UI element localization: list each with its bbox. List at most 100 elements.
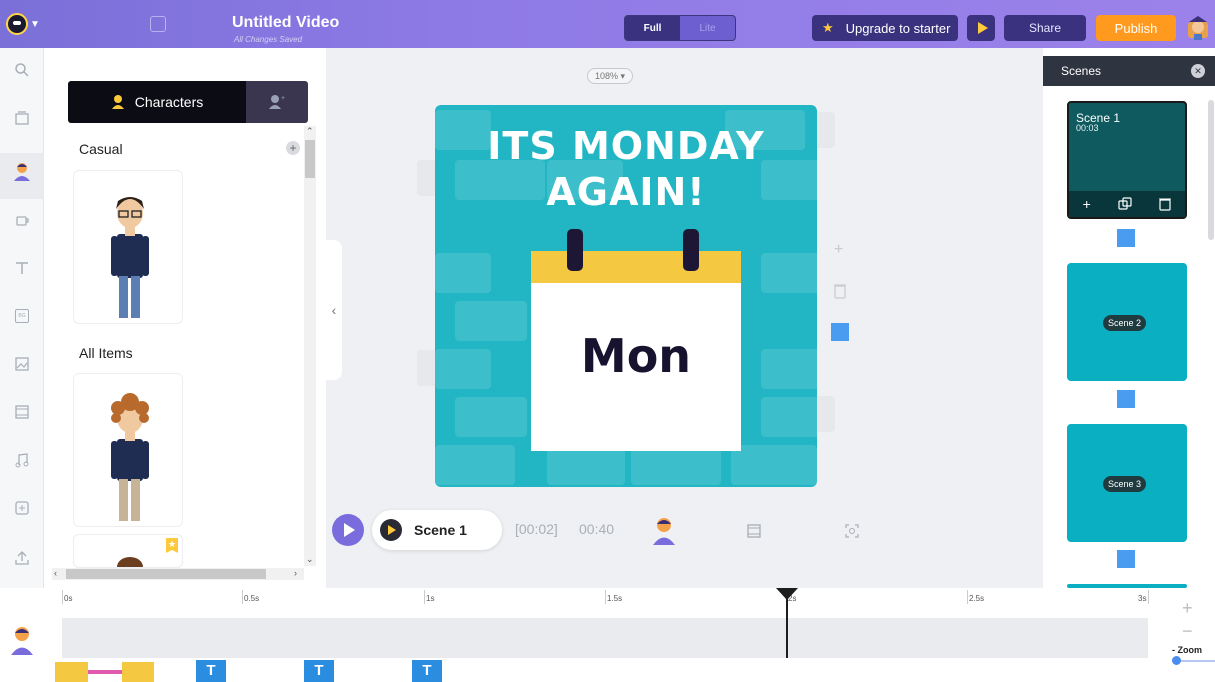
- brick: [761, 349, 817, 389]
- scenes-scrollbar[interactable]: [1208, 100, 1214, 240]
- collapse-panel-button[interactable]: ‹: [326, 240, 342, 380]
- total-duration: 00:40: [579, 521, 615, 537]
- add-layer-button[interactable]: [831, 323, 849, 341]
- character-icon: [111, 95, 124, 109]
- character-card[interactable]: ★: [73, 534, 183, 568]
- close-icon[interactable]: ✕: [1191, 64, 1205, 78]
- zoom-out-icon[interactable]: −: [1182, 621, 1193, 642]
- effects-icon[interactable]: [12, 498, 32, 518]
- chevron-down-icon: ▼: [30, 18, 40, 30]
- delete-icon[interactable]: [834, 283, 846, 304]
- character-thumbnail-glasses: [111, 197, 149, 318]
- playhead[interactable]: [786, 588, 788, 658]
- scroll-down-icon[interactable]: ⌄: [306, 554, 314, 565]
- mode-full-button[interactable]: Full: [625, 16, 680, 40]
- scene-selector[interactable]: Scene 1: [372, 510, 502, 550]
- scene-thumbnail-1[interactable]: Scene 1 00:03 +: [1067, 101, 1187, 219]
- add-casual-button[interactable]: +: [286, 141, 300, 155]
- scroll-right-icon[interactable]: ›: [294, 568, 297, 578]
- scrollbar-thumb[interactable]: [66, 569, 266, 579]
- ruler-label: 2.5s: [969, 594, 985, 603]
- brick: [631, 445, 721, 485]
- add-element-icon[interactable]: +: [834, 241, 843, 259]
- user-avatar-icon[interactable]: [1186, 14, 1210, 40]
- calendar-prop[interactable]: Mon: [531, 229, 741, 451]
- duplicate-scene-icon[interactable]: [1118, 197, 1132, 211]
- current-scene-label: Scene 1: [414, 522, 467, 538]
- scene-actions: +: [1069, 191, 1185, 217]
- upload-icon[interactable]: [12, 548, 32, 568]
- ruler-label: 0.5s: [244, 594, 260, 603]
- section-casual-label: Casual: [79, 141, 123, 157]
- save-status: All Changes Saved: [234, 35, 303, 44]
- animation-clip[interactable]: [55, 662, 88, 682]
- ruler-tick: [605, 590, 606, 604]
- scene-canvas[interactable]: ITS MONDAY AGAIN! Mon: [435, 105, 817, 487]
- calendar-header: [531, 251, 741, 283]
- video-layer-icon[interactable]: [740, 516, 768, 546]
- zoom-level-value: 108%: [594, 71, 618, 81]
- project-title[interactable]: Untitled Video: [232, 14, 339, 32]
- text-icon[interactable]: [12, 258, 32, 278]
- brick: [455, 397, 527, 437]
- current-time: [00:02]: [515, 521, 558, 537]
- timeline-track[interactable]: [62, 618, 1148, 658]
- scene-headline[interactable]: ITS MONDAY AGAIN!: [435, 123, 817, 215]
- library-horizontal-scrollbar[interactable]: ‹ ›: [52, 568, 304, 580]
- zoom-slider-knob[interactable]: [1172, 656, 1181, 665]
- scene-name: Scene 2: [1103, 315, 1147, 331]
- zoom-level-dropdown[interactable]: 108% ▾: [587, 68, 633, 84]
- scene-play-icon[interactable]: [380, 519, 402, 541]
- upgrade-button[interactable]: ★ Upgrade to starter: [812, 15, 958, 41]
- video-icon[interactable]: [12, 402, 32, 422]
- add-scene-button[interactable]: [1117, 229, 1135, 247]
- zoom-in-icon[interactable]: +: [1182, 598, 1193, 619]
- add-scene-icon[interactable]: +: [1083, 196, 1091, 212]
- scroll-up-icon[interactable]: ⌃: [306, 126, 314, 137]
- zoom-label: - Zoom: [1172, 645, 1202, 655]
- characters-icon[interactable]: [12, 162, 32, 182]
- add-scene-button[interactable]: [1117, 550, 1135, 568]
- ruler-label: 1.5s: [607, 594, 623, 603]
- delete-scene-icon[interactable]: [1159, 197, 1172, 211]
- scrollbar-thumb[interactable]: [305, 140, 315, 178]
- duplicate-icon[interactable]: [150, 16, 166, 32]
- animation-clip[interactable]: [122, 662, 154, 682]
- publish-button[interactable]: Publish: [1096, 15, 1176, 41]
- fullscreen-icon[interactable]: [838, 516, 866, 546]
- character-card[interactable]: [73, 373, 183, 527]
- zoom-slider[interactable]: [1176, 660, 1215, 662]
- preview-play-button[interactable]: [967, 15, 995, 41]
- add-scene-button[interactable]: [1117, 390, 1135, 408]
- play-button[interactable]: [332, 514, 364, 546]
- music-icon[interactable]: [12, 450, 32, 470]
- ruler-label: 0s: [64, 594, 73, 603]
- background-icon[interactable]: BG: [12, 306, 32, 326]
- scroll-left-icon[interactable]: ‹: [54, 568, 57, 578]
- character-layer-icon[interactable]: [650, 516, 678, 546]
- templates-icon[interactable]: [12, 108, 32, 128]
- tab-characters[interactable]: Characters: [68, 81, 246, 123]
- library-vertical-scrollbar[interactable]: ⌃ ⌄: [304, 126, 316, 566]
- brick: [435, 253, 491, 293]
- text-clip[interactable]: T: [196, 660, 226, 682]
- scene-thumbnail-3[interactable]: Scene 3: [1067, 424, 1187, 542]
- share-button[interactable]: Share: [1004, 15, 1086, 41]
- scene-thumbnail-2[interactable]: Scene 2: [1067, 263, 1187, 381]
- props-icon[interactable]: [12, 210, 32, 230]
- canvas-overflow-brick: [417, 350, 437, 386]
- scenes-title: Scenes: [1061, 64, 1102, 78]
- animation-clip[interactable]: [88, 670, 122, 674]
- ruler-tick: [967, 590, 968, 604]
- character-card[interactable]: [73, 170, 183, 324]
- text-clip[interactable]: T: [412, 660, 442, 682]
- mode-lite-button[interactable]: Lite: [680, 16, 735, 40]
- brick: [731, 445, 817, 485]
- search-icon[interactable]: [12, 60, 32, 80]
- tab-add-character[interactable]: +: [246, 81, 308, 123]
- image-icon[interactable]: [12, 354, 32, 374]
- ruler-tick: [1148, 590, 1149, 604]
- brick: [761, 253, 817, 293]
- app-menu-button[interactable]: ▼: [6, 10, 46, 38]
- text-clip[interactable]: T: [304, 660, 334, 682]
